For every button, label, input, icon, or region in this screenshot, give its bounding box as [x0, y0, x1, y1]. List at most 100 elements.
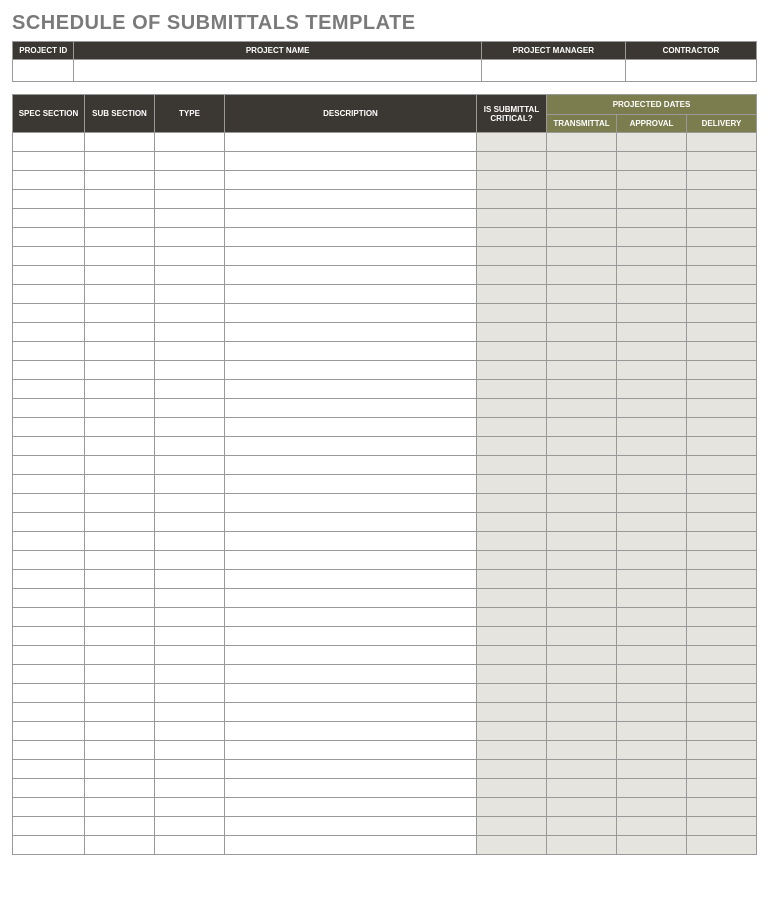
cell-description[interactable]	[225, 722, 477, 741]
cell-approval[interactable]	[617, 836, 687, 855]
cell-transmittal[interactable]	[547, 494, 617, 513]
cell-delivery[interactable]	[687, 323, 757, 342]
cell-critical[interactable]	[477, 304, 547, 323]
cell-transmittal[interactable]	[547, 266, 617, 285]
cell-spec-section[interactable]	[13, 342, 85, 361]
cell-spec-section[interactable]	[13, 817, 85, 836]
cell-delivery[interactable]	[687, 152, 757, 171]
cell-spec-section[interactable]	[13, 133, 85, 152]
cell-sub-section[interactable]	[85, 760, 155, 779]
cell-sub-section[interactable]	[85, 209, 155, 228]
cell-spec-section[interactable]	[13, 152, 85, 171]
cell-critical[interactable]	[477, 171, 547, 190]
cell-transmittal[interactable]	[547, 627, 617, 646]
cell-approval[interactable]	[617, 285, 687, 304]
cell-sub-section[interactable]	[85, 418, 155, 437]
cell-type[interactable]	[155, 836, 225, 855]
cell-description[interactable]	[225, 437, 477, 456]
cell-delivery[interactable]	[687, 817, 757, 836]
cell-delivery[interactable]	[687, 646, 757, 665]
cell-critical[interactable]	[477, 209, 547, 228]
cell-sub-section[interactable]	[85, 551, 155, 570]
cell-delivery[interactable]	[687, 722, 757, 741]
cell-approval[interactable]	[617, 247, 687, 266]
cell-spec-section[interactable]	[13, 418, 85, 437]
cell-spec-section[interactable]	[13, 627, 85, 646]
cell-transmittal[interactable]	[547, 152, 617, 171]
cell-description[interactable]	[225, 304, 477, 323]
cell-critical[interactable]	[477, 684, 547, 703]
cell-spec-section[interactable]	[13, 171, 85, 190]
cell-description[interactable]	[225, 760, 477, 779]
cell-spec-section[interactable]	[13, 608, 85, 627]
cell-delivery[interactable]	[687, 798, 757, 817]
cell-type[interactable]	[155, 133, 225, 152]
cell-transmittal[interactable]	[547, 437, 617, 456]
cell-spec-section[interactable]	[13, 570, 85, 589]
cell-approval[interactable]	[617, 608, 687, 627]
cell-spec-section[interactable]	[13, 760, 85, 779]
cell-description[interactable]	[225, 646, 477, 665]
cell-critical[interactable]	[477, 342, 547, 361]
cell-description[interactable]	[225, 171, 477, 190]
cell-approval[interactable]	[617, 342, 687, 361]
cell-critical[interactable]	[477, 570, 547, 589]
cell-critical[interactable]	[477, 627, 547, 646]
cell-sub-section[interactable]	[85, 228, 155, 247]
cell-project-name[interactable]	[74, 60, 481, 82]
cell-critical[interactable]	[477, 418, 547, 437]
cell-sub-section[interactable]	[85, 627, 155, 646]
cell-delivery[interactable]	[687, 285, 757, 304]
cell-description[interactable]	[225, 399, 477, 418]
cell-description[interactable]	[225, 684, 477, 703]
cell-description[interactable]	[225, 589, 477, 608]
cell-transmittal[interactable]	[547, 323, 617, 342]
cell-spec-section[interactable]	[13, 456, 85, 475]
cell-type[interactable]	[155, 741, 225, 760]
cell-sub-section[interactable]	[85, 589, 155, 608]
cell-critical[interactable]	[477, 532, 547, 551]
cell-sub-section[interactable]	[85, 133, 155, 152]
cell-spec-section[interactable]	[13, 361, 85, 380]
cell-delivery[interactable]	[687, 475, 757, 494]
cell-approval[interactable]	[617, 513, 687, 532]
cell-transmittal[interactable]	[547, 684, 617, 703]
cell-sub-section[interactable]	[85, 836, 155, 855]
cell-type[interactable]	[155, 209, 225, 228]
cell-delivery[interactable]	[687, 741, 757, 760]
cell-spec-section[interactable]	[13, 532, 85, 551]
cell-transmittal[interactable]	[547, 798, 617, 817]
cell-type[interactable]	[155, 703, 225, 722]
cell-transmittal[interactable]	[547, 817, 617, 836]
cell-critical[interactable]	[477, 361, 547, 380]
cell-delivery[interactable]	[687, 532, 757, 551]
cell-critical[interactable]	[477, 190, 547, 209]
cell-type[interactable]	[155, 323, 225, 342]
cell-contractor[interactable]	[625, 60, 756, 82]
cell-approval[interactable]	[617, 551, 687, 570]
cell-sub-section[interactable]	[85, 665, 155, 684]
cell-approval[interactable]	[617, 589, 687, 608]
cell-spec-section[interactable]	[13, 722, 85, 741]
cell-spec-section[interactable]	[13, 266, 85, 285]
cell-critical[interactable]	[477, 722, 547, 741]
cell-sub-section[interactable]	[85, 684, 155, 703]
cell-spec-section[interactable]	[13, 228, 85, 247]
cell-critical[interactable]	[477, 285, 547, 304]
cell-transmittal[interactable]	[547, 209, 617, 228]
cell-type[interactable]	[155, 722, 225, 741]
cell-spec-section[interactable]	[13, 836, 85, 855]
cell-type[interactable]	[155, 513, 225, 532]
cell-delivery[interactable]	[687, 684, 757, 703]
cell-approval[interactable]	[617, 304, 687, 323]
cell-approval[interactable]	[617, 817, 687, 836]
cell-spec-section[interactable]	[13, 399, 85, 418]
cell-description[interactable]	[225, 456, 477, 475]
cell-delivery[interactable]	[687, 836, 757, 855]
cell-description[interactable]	[225, 285, 477, 304]
cell-transmittal[interactable]	[547, 361, 617, 380]
cell-critical[interactable]	[477, 133, 547, 152]
cell-delivery[interactable]	[687, 361, 757, 380]
cell-sub-section[interactable]	[85, 399, 155, 418]
cell-spec-section[interactable]	[13, 494, 85, 513]
